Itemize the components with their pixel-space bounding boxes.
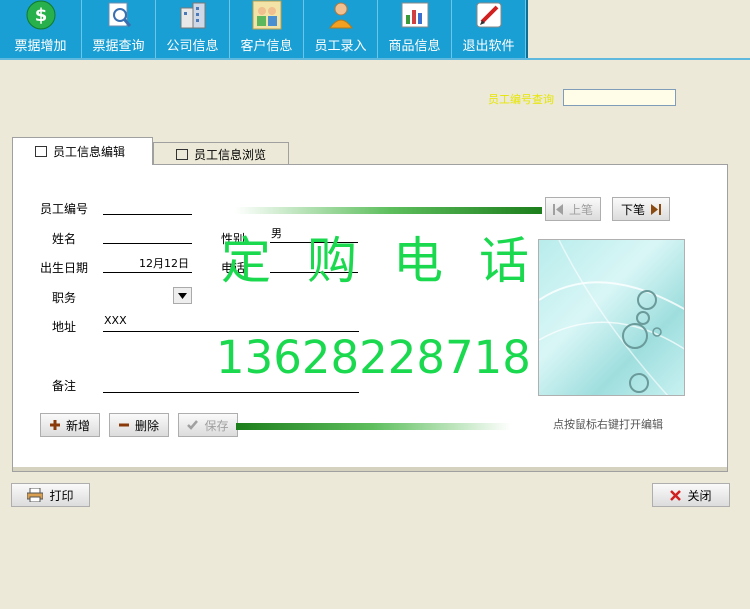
toolbar-button-product-info[interactable]: 商品信息 xyxy=(378,0,452,58)
next-icon xyxy=(651,203,661,215)
delete-label: 删除 xyxy=(134,418,159,433)
toolbar-label: 票据查询 xyxy=(92,39,145,54)
phone-label: 电话 xyxy=(221,261,246,275)
toolbar-button-exit[interactable]: 退出软件 xyxy=(452,0,526,58)
tab-label: 员工信息编辑 xyxy=(53,145,126,159)
gender-field[interactable]: 男 xyxy=(270,225,358,243)
tab-employee-browse[interactable]: 员工信息浏览 xyxy=(153,142,289,165)
add-button[interactable]: 新增 xyxy=(40,413,100,437)
toolbar-label: 公司信息 xyxy=(166,39,219,54)
save-button[interactable]: 保存 xyxy=(178,413,238,437)
previous-record-button[interactable]: 上笔 xyxy=(545,197,601,221)
photo-edit-hint: 点按鼠标右键打开编辑 xyxy=(553,418,663,431)
browse-icon xyxy=(176,148,188,160)
checkmark-icon xyxy=(187,420,199,430)
employee-id-field[interactable] xyxy=(103,197,192,215)
employee-id-search-input[interactable] xyxy=(563,89,676,106)
add-label: 新增 xyxy=(65,418,90,433)
printer-icon xyxy=(27,488,44,502)
employee-icon xyxy=(325,0,357,30)
employee-id-label: 员工编号 xyxy=(40,202,89,216)
plus-icon xyxy=(49,420,60,430)
toolbar-label: 票据增加 xyxy=(14,39,67,54)
toolbar-label: 商品信息 xyxy=(388,39,441,54)
tab-employee-edit[interactable]: 员工信息编辑 xyxy=(12,137,153,165)
birth-date-label: 出生日期 xyxy=(40,261,89,275)
tab-label: 员工信息浏览 xyxy=(194,147,267,162)
previous-icon xyxy=(552,203,563,215)
toolbar-divider xyxy=(0,58,750,60)
toolbar-button-customer-info[interactable]: 客户信息 xyxy=(230,0,304,58)
main-toolbar: $ 票据增加 票据查询 公司信息 客户信息 员工录入 商品信息 退出软件 xyxy=(0,0,750,60)
delete-button[interactable]: 删除 xyxy=(109,413,169,437)
birth-date-field[interactable]: 12月12日 xyxy=(103,255,192,273)
toolbar-button-employee-entry[interactable]: 员工录入 xyxy=(304,0,378,58)
toolbar-button-add-receipt[interactable]: $ 票据增加 xyxy=(0,0,82,58)
position-select[interactable] xyxy=(103,285,173,303)
next-label: 下笔 xyxy=(620,202,645,217)
toolbar-button-query-receipt[interactable]: 票据查询 xyxy=(82,0,156,58)
toolbar-label: 退出软件 xyxy=(462,39,515,54)
gender-label: 性别 xyxy=(221,232,246,246)
svg-text:$: $ xyxy=(34,5,47,26)
building-icon xyxy=(177,0,209,30)
employee-photo[interactable] xyxy=(538,239,685,396)
position-label: 职务 xyxy=(52,291,77,305)
close-icon xyxy=(670,489,682,501)
address-field[interactable]: XXX xyxy=(103,314,359,332)
toolbar-strip: $ 票据增加 票据查询 公司信息 客户信息 员工录入 商品信息 退出软件 xyxy=(0,0,528,58)
remark-label: 备注 xyxy=(52,379,77,393)
next-record-button[interactable]: 下笔 xyxy=(612,197,670,221)
phone-field[interactable] xyxy=(270,255,358,273)
previous-label: 上笔 xyxy=(568,202,593,217)
customers-icon xyxy=(251,0,283,30)
position-dropdown-button[interactable] xyxy=(173,287,192,304)
print-button[interactable]: 打印 xyxy=(11,483,90,507)
decorative-line-top xyxy=(235,207,542,214)
toolbar-label: 员工录入 xyxy=(314,39,367,54)
search-label: 员工编号查询 xyxy=(488,93,554,106)
address-label: 地址 xyxy=(52,320,77,334)
toolbar-label: 客户信息 xyxy=(240,39,293,54)
exit-icon xyxy=(473,0,505,30)
chart-icon xyxy=(399,0,431,30)
decorative-line-bottom xyxy=(236,423,511,430)
save-label: 保存 xyxy=(204,418,229,433)
photo-decoration xyxy=(539,240,684,395)
search-document-icon xyxy=(103,0,135,30)
toolbar-button-company-info[interactable]: 公司信息 xyxy=(156,0,230,58)
minus-icon xyxy=(118,423,129,427)
chevron-down-icon xyxy=(178,292,187,299)
print-label: 打印 xyxy=(49,488,74,503)
close-button[interactable]: 关闭 xyxy=(652,483,730,507)
name-label: 姓名 xyxy=(52,232,77,246)
close-label: 关闭 xyxy=(687,488,712,503)
dollar-icon: $ xyxy=(25,0,57,30)
grid-icon xyxy=(35,146,47,157)
remark-field[interactable] xyxy=(103,375,359,393)
name-field[interactable] xyxy=(103,226,192,244)
